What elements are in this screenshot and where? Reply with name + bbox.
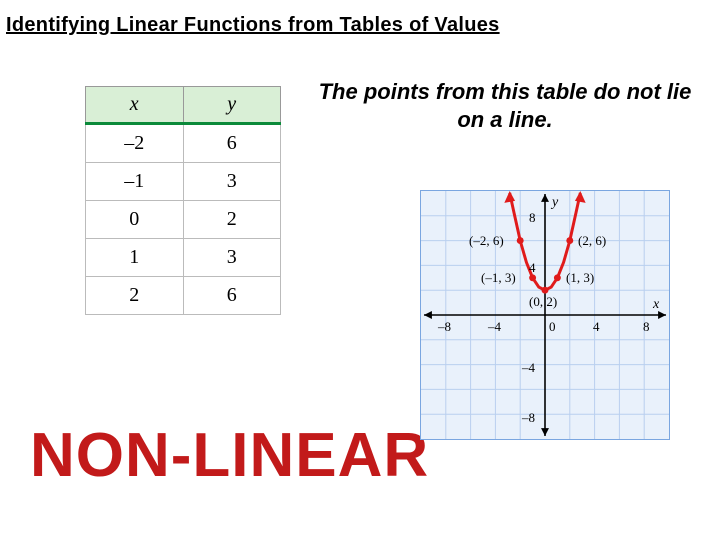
nonlinear-label: NON-LINEAR [30,420,429,491]
ytick: –4 [522,360,535,376]
cell-x: 2 [86,277,184,315]
slide-title: Identifying Linear Functions from Tables… [6,14,500,37]
xtick: 4 [593,319,600,335]
point-label: (2, 6) [578,233,606,249]
table-header-y: y [183,87,281,124]
table-row: 0 2 [86,201,281,239]
xtick: –4 [488,319,501,335]
xtick: 8 [643,319,650,335]
table-row: 2 6 [86,277,281,315]
point-label: (0, 2) [529,294,557,310]
xy-table: x y –2 6 –1 3 0 2 1 3 2 6 [85,86,281,315]
slide: Identifying Linear Functions from Tables… [0,0,720,540]
cell-x: –2 [86,124,184,163]
cell-y: 6 [183,277,281,315]
cell-y: 3 [183,163,281,201]
ytick: 4 [529,260,536,276]
chart-xy-plane: x y –8 –4 0 4 8 8 4 –4 –8 (–2, 6) (–1, 3… [420,190,670,440]
ytick: –8 [522,410,535,426]
point-label: (–1, 3) [481,270,516,286]
table-row: 1 3 [86,239,281,277]
ytick: 8 [529,210,536,226]
chart-svg [421,191,669,439]
xtick: –8 [438,319,451,335]
x-axis-label: x [653,297,659,313]
table-row: –1 3 [86,163,281,201]
cell-x: –1 [86,163,184,201]
point-label: (–2, 6) [469,233,504,249]
cell-x: 0 [86,201,184,239]
xtick: 0 [549,319,556,335]
table-row: –2 6 [86,124,281,163]
y-axis-label: y [552,195,558,211]
cell-y: 2 [183,201,281,239]
cell-x: 1 [86,239,184,277]
table-header-x: x [86,87,184,124]
cell-y: 6 [183,124,281,163]
cell-y: 3 [183,239,281,277]
point-label: (1, 3) [566,270,594,286]
chart-caption: The points from this table do not lie on… [305,78,705,133]
